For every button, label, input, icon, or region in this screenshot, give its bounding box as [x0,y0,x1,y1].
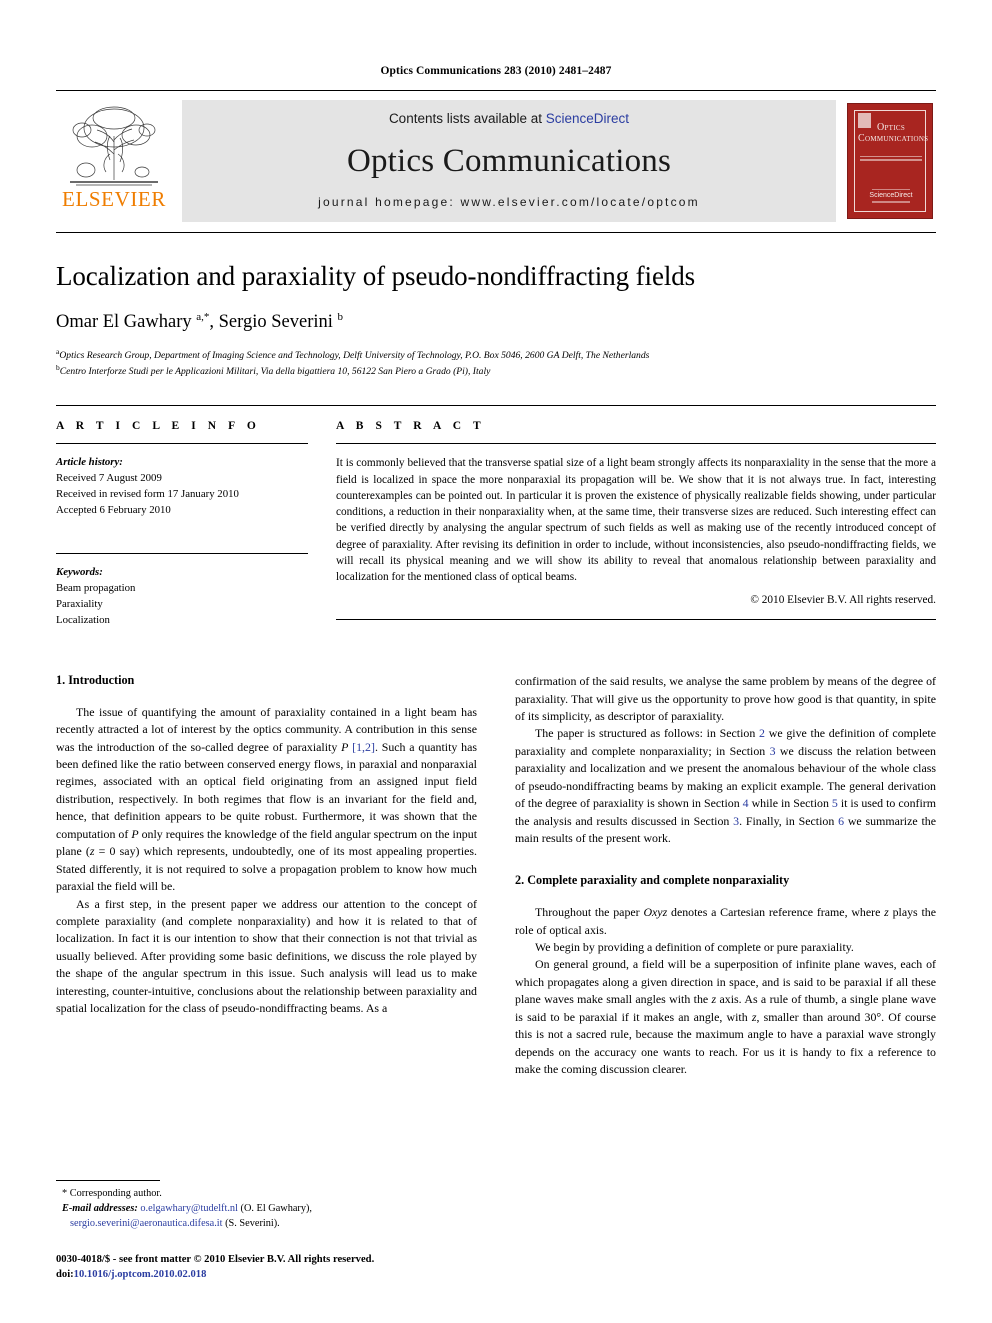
paragraph: confirmation of the said results, we ana… [515,674,936,723]
issn-copyright-block: 0030-4018/$ - see front matter © 2010 El… [56,1253,464,1283]
section-heading-1: 1. Introduction [56,673,135,688]
issn-line: 0030-4018/$ - see front matter © 2010 El… [56,1254,375,1266]
journal-band: Contents lists available at ScienceDirec… [182,99,836,222]
journal-masthead: ELSEVIER Contents lists available at Sci… [56,89,936,222]
running-head: Optics Communications 283 (2010) 2481–24… [380,65,612,77]
article-history: Article history: Received 7 August 2009 … [56,455,308,519]
email-label: E-mail addresses: [62,1203,138,1215]
keyword-item: Paraxiality [56,598,103,611]
abstract-label: A B S T R A C T [336,420,486,433]
paragraph: As a first step, in the present paper we… [56,896,477,1016]
affiliation-a-text: Optics Research Group, Department of Ima… [59,350,650,362]
cover-sciencedirect-mark: ScienceDirect [869,192,913,199]
author-list: Omar El Gawhary a,*, Sergio Severini b [56,310,344,332]
keyword-item: Localization [56,614,110,627]
abstract-text: It is commonly believed that the transve… [336,457,936,584]
history-item: Received in revised form 17 January 2010 [56,488,239,501]
doi-label: doi: [56,1269,74,1281]
paragraph: Throughout the paper Oxyz denotes a Cart… [515,905,936,937]
abstract-copyright: © 2010 Elsevier B.V. All rights reserved… [750,594,936,607]
email-owner-2: (S. Severini). [225,1217,280,1229]
email-addresses-note: E-mail addresses: o.elgawhary@tudelft.nl… [56,1202,464,1231]
journal-article-page: Optics Communications 283 (2010) 2481–24… [0,0,992,1323]
body-column-right: confirmation of the said results, we ana… [515,673,936,1078]
elsevier-tree-icon [62,102,166,188]
article-history-heading: Article history: [56,456,123,469]
elsevier-logo: ELSEVIER [56,100,172,222]
abstract-column: A B S T R A C T It is commonly believed … [336,420,936,629]
cover-subtitle-lines [860,155,922,161]
article-info-label: A R T I C L E I N F O [56,420,261,433]
doi-line: doi:10.1016/j.optcom.2010.02.018 [56,1268,464,1283]
email-owner-1: (O. El Gawhary), [240,1203,312,1215]
abstract-rule [336,443,936,445]
body-column-left: 1. Introduction The issue of quantifying… [56,673,477,1078]
cover-footer: ScienceDirect [862,187,920,205]
abstract-bottom-rule [336,619,936,621]
sciencedirect-link[interactable]: ScienceDirect [546,111,629,126]
keywords-group: Keywords: Beam propagation Paraxiality L… [56,565,308,629]
corresponding-author-note: * Corresponding author. [62,1187,162,1199]
article-info-column: A R T I C L E I N F O Article history: R… [56,420,308,629]
doi-link[interactable]: 10.1016/j.optcom.2010.02.018 [74,1269,207,1280]
article-info-rule [56,443,308,445]
body-columns: 1. Introduction The issue of quantifying… [56,673,936,1078]
keyword-item: Beam propagation [56,582,136,595]
history-item: Received 7 August 2009 [56,472,162,485]
affiliation-b: bCentro Interforze Studi per le Applicaz… [56,363,491,378]
journal-name: Optics Communications [346,142,672,179]
title-block: Localization and paraxiality of pseudo-n… [56,231,936,380]
page-title: Localization and paraxiality of pseudo-n… [56,260,696,291]
footnote-rule [56,1179,160,1181]
contents-prefix: Contents lists available at [388,110,546,126]
section-heading-2: 2. Complete paraxiality and complete non… [515,873,790,888]
paragraph: On general ground, a field will be a sup… [515,957,936,1077]
journal-cover-thumbnail[interactable]: Optics Communications ScienceDirect [844,99,936,222]
paragraph: The issue of quantifying the amount of p… [56,704,477,894]
keywords-heading: Keywords: [56,566,103,579]
cover-title: Optics Communications [858,121,929,145]
info-abstract-section: A R T I C L E I N F O Article history: R… [56,405,936,629]
keywords-rule [56,553,308,555]
affiliation-b-text: Centro Interforze Studi per le Applicazi… [59,366,491,378]
footnotes: * Corresponding author. E-mail addresses… [56,1179,464,1283]
journal-homepage[interactable]: journal homepage: www.elsevier.com/locat… [318,195,700,209]
affiliation-a: aOptics Research Group, Department of Im… [56,347,650,362]
elsevier-wordmark: ELSEVIER [62,186,166,211]
email-link-2[interactable]: sergio.severini@aeronautica.difesa.it [70,1218,223,1229]
email-link-1[interactable]: o.elgawhary@tudelft.nl [140,1203,238,1214]
paragraph: The paper is structured as follows: in S… [515,726,936,846]
contents-line: Contents lists available at ScienceDirec… [389,111,629,126]
paragraph: We begin by providing a definition of co… [535,939,854,954]
cover-image: Optics Communications ScienceDirect [847,102,933,219]
history-item: Accepted 6 February 2010 [56,504,171,517]
